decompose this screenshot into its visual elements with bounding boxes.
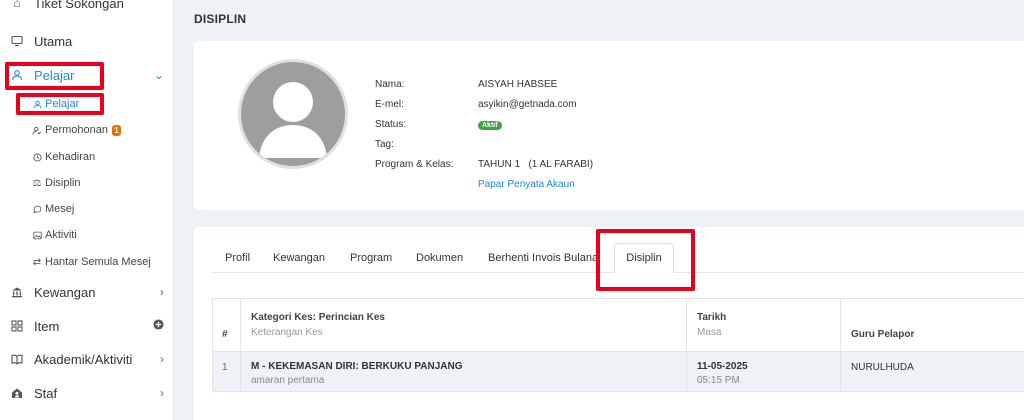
value-email: asyikin@getnada.com [478,99,577,110]
bank-icon [10,285,24,299]
row-time: 05:15 PM [697,375,740,386]
row-category: M - KEKEMASAN DIRI: BERKUKU PANJANG [251,361,463,372]
sidebar-item-kewangan[interactable]: Kewangan › [10,283,164,301]
row-date: 11-05-2025 [697,361,748,372]
user-icon [10,68,24,82]
statement-link[interactable]: Papar Penyata Akaun [478,179,575,190]
header-category-sub: Keterangan Kes [251,327,323,338]
table-header: # Kategori Kes: Perincian Kes Keterangan… [212,298,1024,352]
chevron-right-icon: › [160,285,164,299]
tab-profil[interactable]: Profil [225,252,250,264]
row-description: amaran pertama [251,375,325,386]
row-teacher: NURULHUDA [851,362,914,373]
tab-program[interactable]: Program [350,252,392,264]
sidebar-item-utama[interactable]: Utama [10,32,164,50]
header-number: # [222,329,228,340]
grid-icon [10,319,24,333]
label-tag: Tag: [375,139,394,150]
sidebar-subitem-hantar-semula-mesej[interactable]: ⇄ Hantar Semula Mesej [32,255,172,269]
row-number: 1 [222,362,228,373]
user-silhouette-icon [259,82,327,158]
header-time: Masa [697,327,722,338]
ticket-icon: ⌂ [13,0,21,10]
profile-card: Nama: AISYAH HABSEE E-mel: asyikin@getna… [194,41,1024,210]
header-date: Tarikh [697,312,727,323]
tab-dokumen[interactable]: Dokumen [416,252,463,264]
book-icon [10,352,24,366]
chevron-right-icon: › [160,386,164,400]
sidebar-subitem-aktiviti[interactable]: Aktiviti [32,228,172,242]
status-badge: Aktif [478,121,502,130]
label-program: Program & Kelas: [375,159,454,170]
chevron-down-icon: ⌄ [153,68,164,82]
user-check-icon [32,123,42,137]
sidebar-subitem-pelajar[interactable]: Pelajar [32,97,172,111]
sidebar-item-tiket-sokongan[interactable]: ⌂ Tiket Sokongan [10,0,164,12]
value-program: TAHUN 1 (1 AL FARABI) [478,159,594,170]
sidebar-item-pelajar[interactable]: Pelajar ⌄ [10,66,164,84]
image-icon [32,228,42,242]
sidebar-item-akademik-aktiviti[interactable]: Akademik/Aktiviti › [10,350,164,368]
sidebar-item-item[interactable]: Item [10,317,164,335]
label-email: E-mel: [375,99,404,110]
header-teacher: Guru Pelapor [851,329,915,340]
value-name: AISYAH HABSEE [478,79,558,90]
clock-icon [32,150,42,164]
sidebar-subitem-disiplin[interactable]: ⚖ Disiplin [32,176,172,190]
sidebar-subitem-kehadiran[interactable]: Kehadiran [32,150,172,164]
user-icon [32,97,42,111]
sidebar-subitem-permohonan[interactable]: Permohonan 1 [32,123,172,137]
page-title: DISIPLIN [194,12,247,26]
tab-berhenti-invois-bulanan[interactable]: Berhenti Invois Bulanan [488,252,600,264]
chevron-right-icon: › [160,352,164,366]
label-name: Nama: [375,79,405,90]
tab-disiplin[interactable]: Disiplin [614,243,674,273]
tab-kewangan[interactable]: Kewangan [273,252,325,264]
chat-icon [32,202,42,216]
table-row: 1 M - KEKEMASAN DIRI: BERKUKU PANJANG am… [212,352,1024,392]
header-category: Kategori Kes: Perincian Kes [251,312,385,323]
sidebar-item-staf[interactable]: Staf › [10,384,164,402]
staff-icon [10,386,24,400]
sidebar: ⌂ Tiket Sokongan Utama Pelajar ⌄ Pelajar… [0,0,174,420]
sidebar-subitem-mesej[interactable]: Mesej [32,202,172,216]
notification-badge: 1 [112,124,121,136]
avatar [238,59,348,169]
plus-circle-icon[interactable] [153,319,164,333]
monitor-icon [10,34,24,48]
resend-icon: ⇄ [32,256,42,268]
label-status: Status: [375,119,407,130]
tabs-card: Profil Kewangan Program Dokumen Berhenti… [194,227,1024,420]
scale-icon: ⚖ [32,177,42,189]
